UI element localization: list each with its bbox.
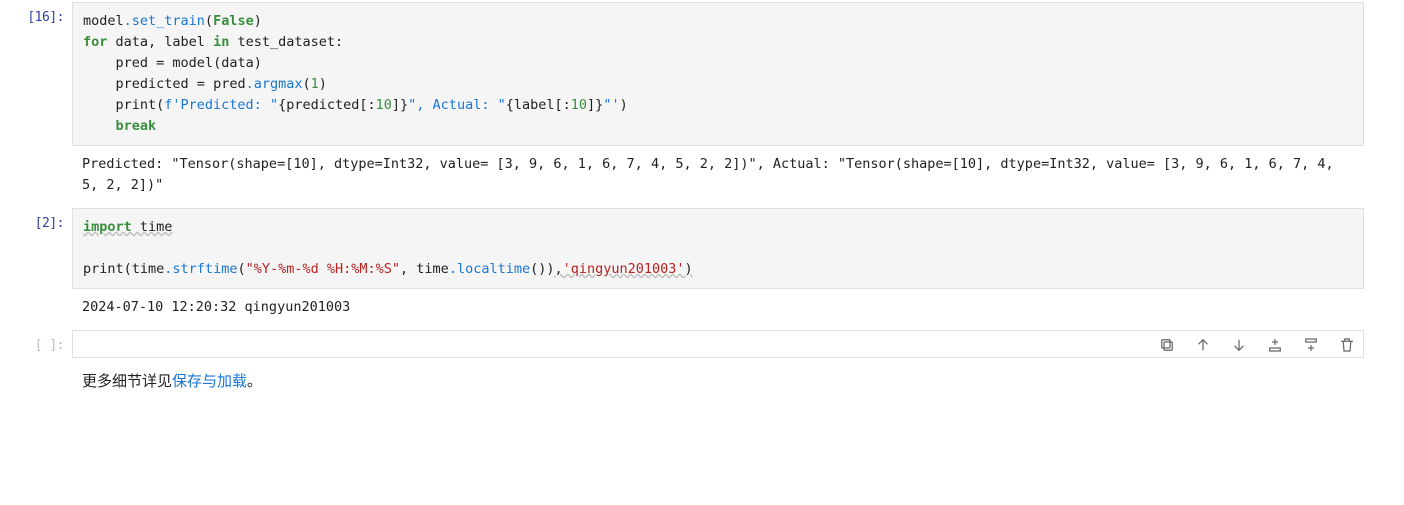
code-token: in — [213, 34, 229, 50]
code-token: } — [400, 97, 408, 113]
markdown-text: 。 — [247, 373, 262, 390]
code-token: f'Predicted: " — [164, 97, 278, 113]
markdown-rendered: 更多细节详见保存与加载。 — [72, 362, 1364, 394]
code-token: model — [83, 13, 124, 29]
code-token: = — [197, 76, 205, 92]
cell-toolbar — [1158, 336, 1356, 354]
duplicate-icon[interactable] — [1158, 336, 1176, 354]
input-prompt: [16]: — [0, 2, 72, 25]
code-token: .strftime — [164, 261, 237, 277]
code-token: { — [506, 97, 514, 113]
code-input[interactable]: model.set_train(False) for data, label i… — [72, 2, 1364, 146]
code-token: ) — [685, 261, 693, 277]
insert-below-icon[interactable] — [1302, 336, 1320, 354]
code-token: label — [156, 34, 213, 50]
code-token: ()) — [530, 261, 554, 277]
code-token: .argmax — [246, 76, 303, 92]
code-token: ( — [302, 76, 310, 92]
code-cell[interactable]: [16]: model.set_train(False) for data, l… — [0, 0, 1404, 206]
input-prompt — [0, 362, 72, 370]
code-token: break — [116, 118, 157, 134]
input-prompt: [2]: — [0, 208, 72, 231]
code-token: label[: — [514, 97, 571, 113]
code-token: .localtime — [449, 261, 530, 277]
code-token: test_dataset — [229, 34, 335, 50]
code-output: 2024-07-10 12:20:32 qingyun201003 — [72, 289, 1364, 326]
code-token: model(data) — [164, 55, 262, 71]
code-token: ] — [392, 97, 400, 113]
code-token: "%Y-%m-%d %H:%M:%S" — [246, 261, 400, 277]
code-token: predicted — [83, 76, 197, 92]
move-down-icon[interactable] — [1230, 336, 1248, 354]
code-token: pred — [205, 76, 246, 92]
code-token: for — [83, 34, 107, 50]
code-token: pred — [83, 55, 156, 71]
move-up-icon[interactable] — [1194, 336, 1212, 354]
code-cell[interactable]: [2]: import time print(time.strftime("%Y… — [0, 206, 1404, 328]
code-token: print( — [83, 97, 164, 113]
insert-above-icon[interactable] — [1266, 336, 1284, 354]
notebook: [16]: model.set_train(False) for data, l… — [0, 0, 1404, 396]
code-token: ) — [254, 13, 262, 29]
code-output: Predicted: "Tensor(shape=[10], dtype=Int… — [72, 146, 1364, 204]
code-token: 10 — [571, 97, 587, 113]
code-token: "' — [603, 97, 619, 113]
code-token: data — [107, 34, 148, 50]
code-token: , — [400, 261, 416, 277]
code-token: ( — [237, 261, 245, 277]
code-token: 10 — [376, 97, 392, 113]
code-token: ) — [319, 76, 327, 92]
code-token: print( — [83, 261, 132, 277]
code-token: , — [148, 34, 156, 50]
code-token: predicted[: — [286, 97, 375, 113]
code-token: 1 — [311, 76, 319, 92]
code-input[interactable]: import time print(time.strftime("%Y-%m-%… — [72, 208, 1364, 289]
markdown-cell: 更多细节详见保存与加载。 — [0, 360, 1404, 396]
code-token: import — [83, 219, 132, 235]
delete-icon[interactable] — [1338, 336, 1356, 354]
code-token: False — [213, 13, 254, 29]
code-token: 'qingyun201003' — [563, 261, 685, 277]
code-token: time — [416, 261, 449, 277]
code-token: , — [554, 261, 562, 277]
code-token: ", Actual: " — [408, 97, 506, 113]
code-cell-active[interactable]: [ ]: — [0, 328, 1404, 360]
code-token: time — [132, 219, 173, 235]
markdown-text: 更多细节详见 — [82, 373, 172, 390]
code-token: ] — [587, 97, 595, 113]
code-token: ( — [205, 13, 213, 29]
markdown-link-save-load[interactable]: 保存与加载 — [172, 373, 247, 390]
code-token: : — [335, 34, 343, 50]
input-prompt: [ ]: — [0, 330, 72, 353]
code-token: time — [132, 261, 165, 277]
code-token: { — [278, 97, 286, 113]
code-token: .set_train — [124, 13, 205, 29]
code-token: ) — [620, 97, 628, 113]
